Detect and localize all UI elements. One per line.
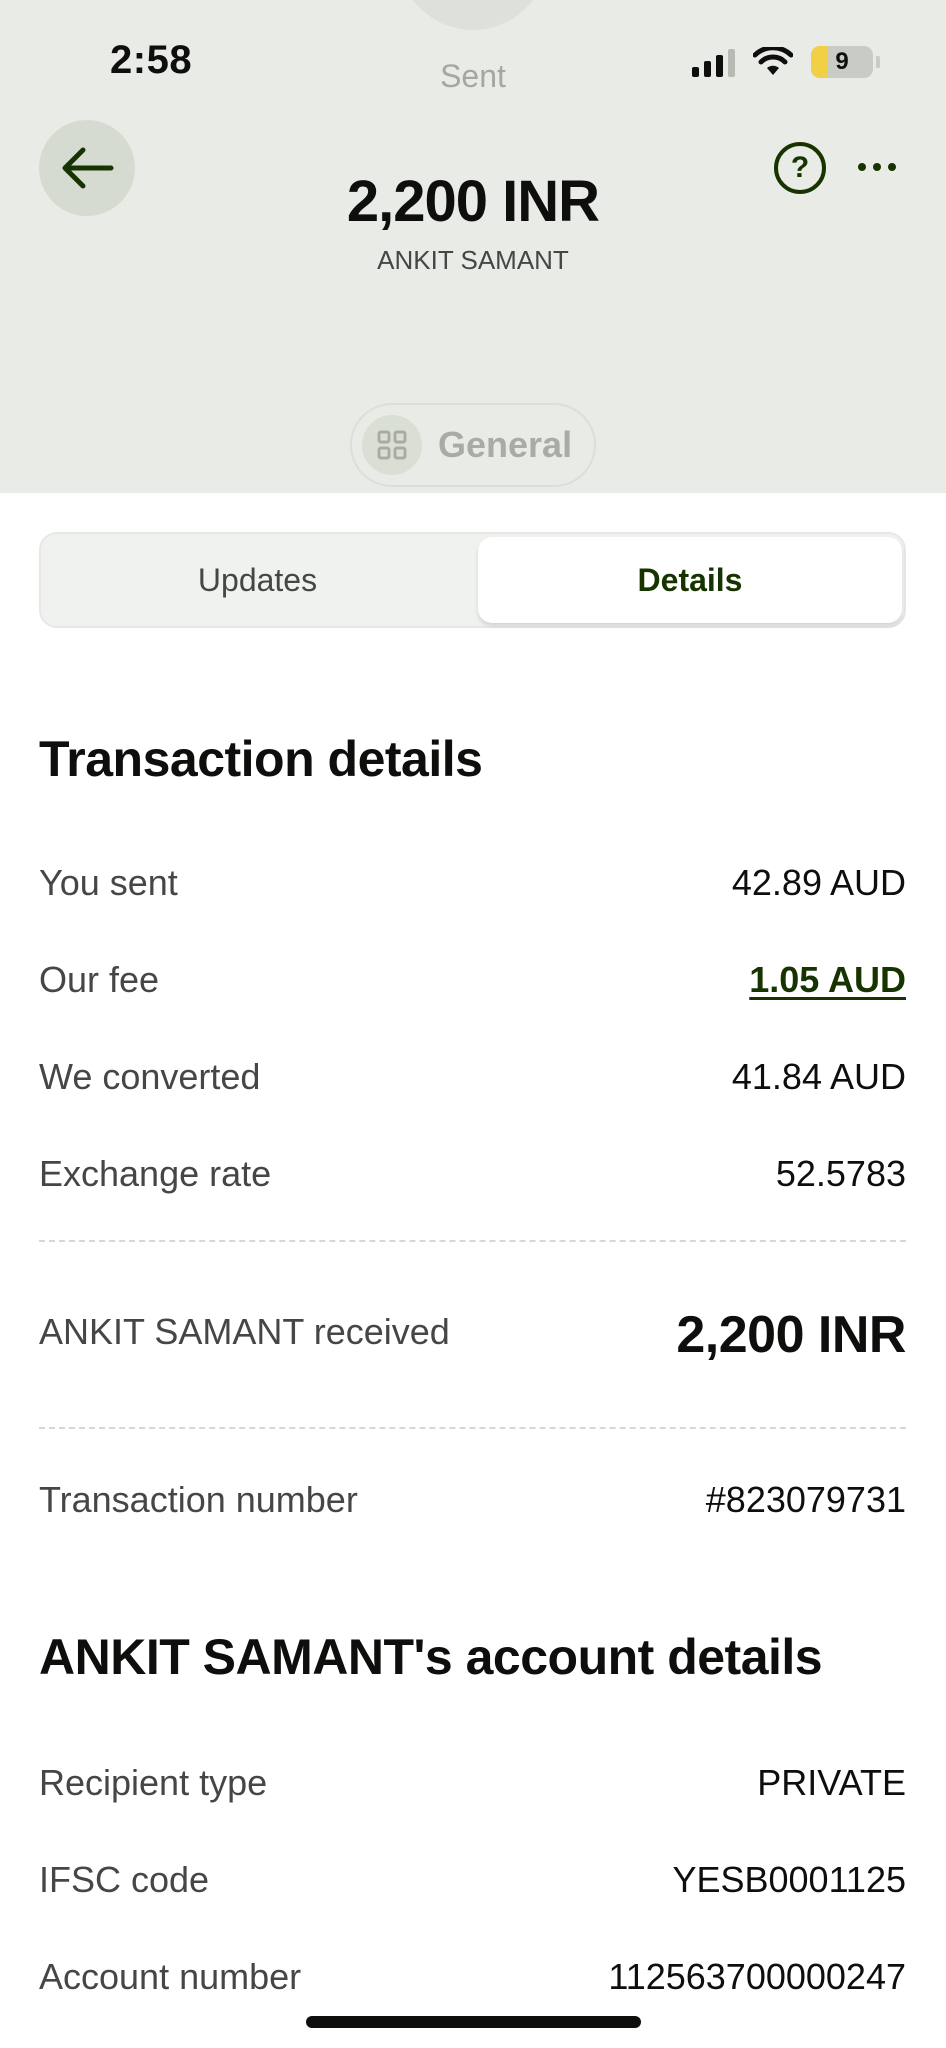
received-value: 2,200 INR (676, 1306, 906, 1364)
exchange-rate-label: Exchange rate (39, 1153, 272, 1194)
battery-level: 9 (835, 48, 849, 75)
account-details-title: ANKIT SAMANT's account details (39, 1629, 823, 1685)
transfer-amount: 2,200 INR (346, 169, 600, 234)
our-fee-label: Our fee (39, 959, 160, 1000)
recipient-name: ANKIT SAMANT (377, 245, 569, 275)
recipient-type-label: Recipient type (39, 1762, 268, 1803)
category-label: General (438, 424, 573, 465)
account-number-label: Account number (39, 1956, 302, 1997)
cellular-signal-icon (692, 47, 735, 77)
dashed-divider (39, 1240, 906, 1242)
wifi-icon (753, 47, 793, 75)
transaction-details-title: Transaction details (39, 731, 483, 787)
we-converted-label: We converted (39, 1056, 261, 1097)
tab-updates[interactable]: Updates (41, 534, 474, 626)
transaction-header: 2:58 Sent 9 ? 2,200 INR ANKIT SAMANT Gen… (0, 0, 946, 493)
tabs-segmented-control: Updates Details (39, 532, 906, 628)
you-sent-value: 42.89 AUD (731, 862, 906, 903)
account-number-value: 112563700000247 (608, 1956, 906, 1997)
ifsc-code-label: IFSC code (39, 1859, 210, 1900)
transaction-number-label: Transaction number (39, 1479, 358, 1520)
home-indicator[interactable] (306, 2016, 641, 2028)
category-button[interactable]: General (350, 403, 596, 487)
battery-icon: 9 (811, 46, 873, 78)
status-bar-icons: 9 (692, 44, 880, 80)
exchange-rate-value: 52.5783 (775, 1153, 906, 1194)
you-sent-label: You sent (39, 862, 178, 903)
our-fee-link[interactable]: 1.05 AUD (749, 959, 906, 1001)
received-label: ANKIT SAMANT received (39, 1311, 450, 1352)
recipient-type-value: PRIVATE (757, 1762, 906, 1803)
we-converted-value: 41.84 AUD (731, 1056, 906, 1097)
ifsc-code-value: YESB0001125 (672, 1859, 906, 1900)
recipient-avatar (398, 0, 548, 30)
transaction-number-value: #823079731 (705, 1479, 906, 1520)
dashed-divider (39, 1427, 906, 1429)
grid-icon (362, 415, 422, 475)
battery-cap (876, 56, 880, 68)
tab-details[interactable]: Details (478, 537, 902, 623)
